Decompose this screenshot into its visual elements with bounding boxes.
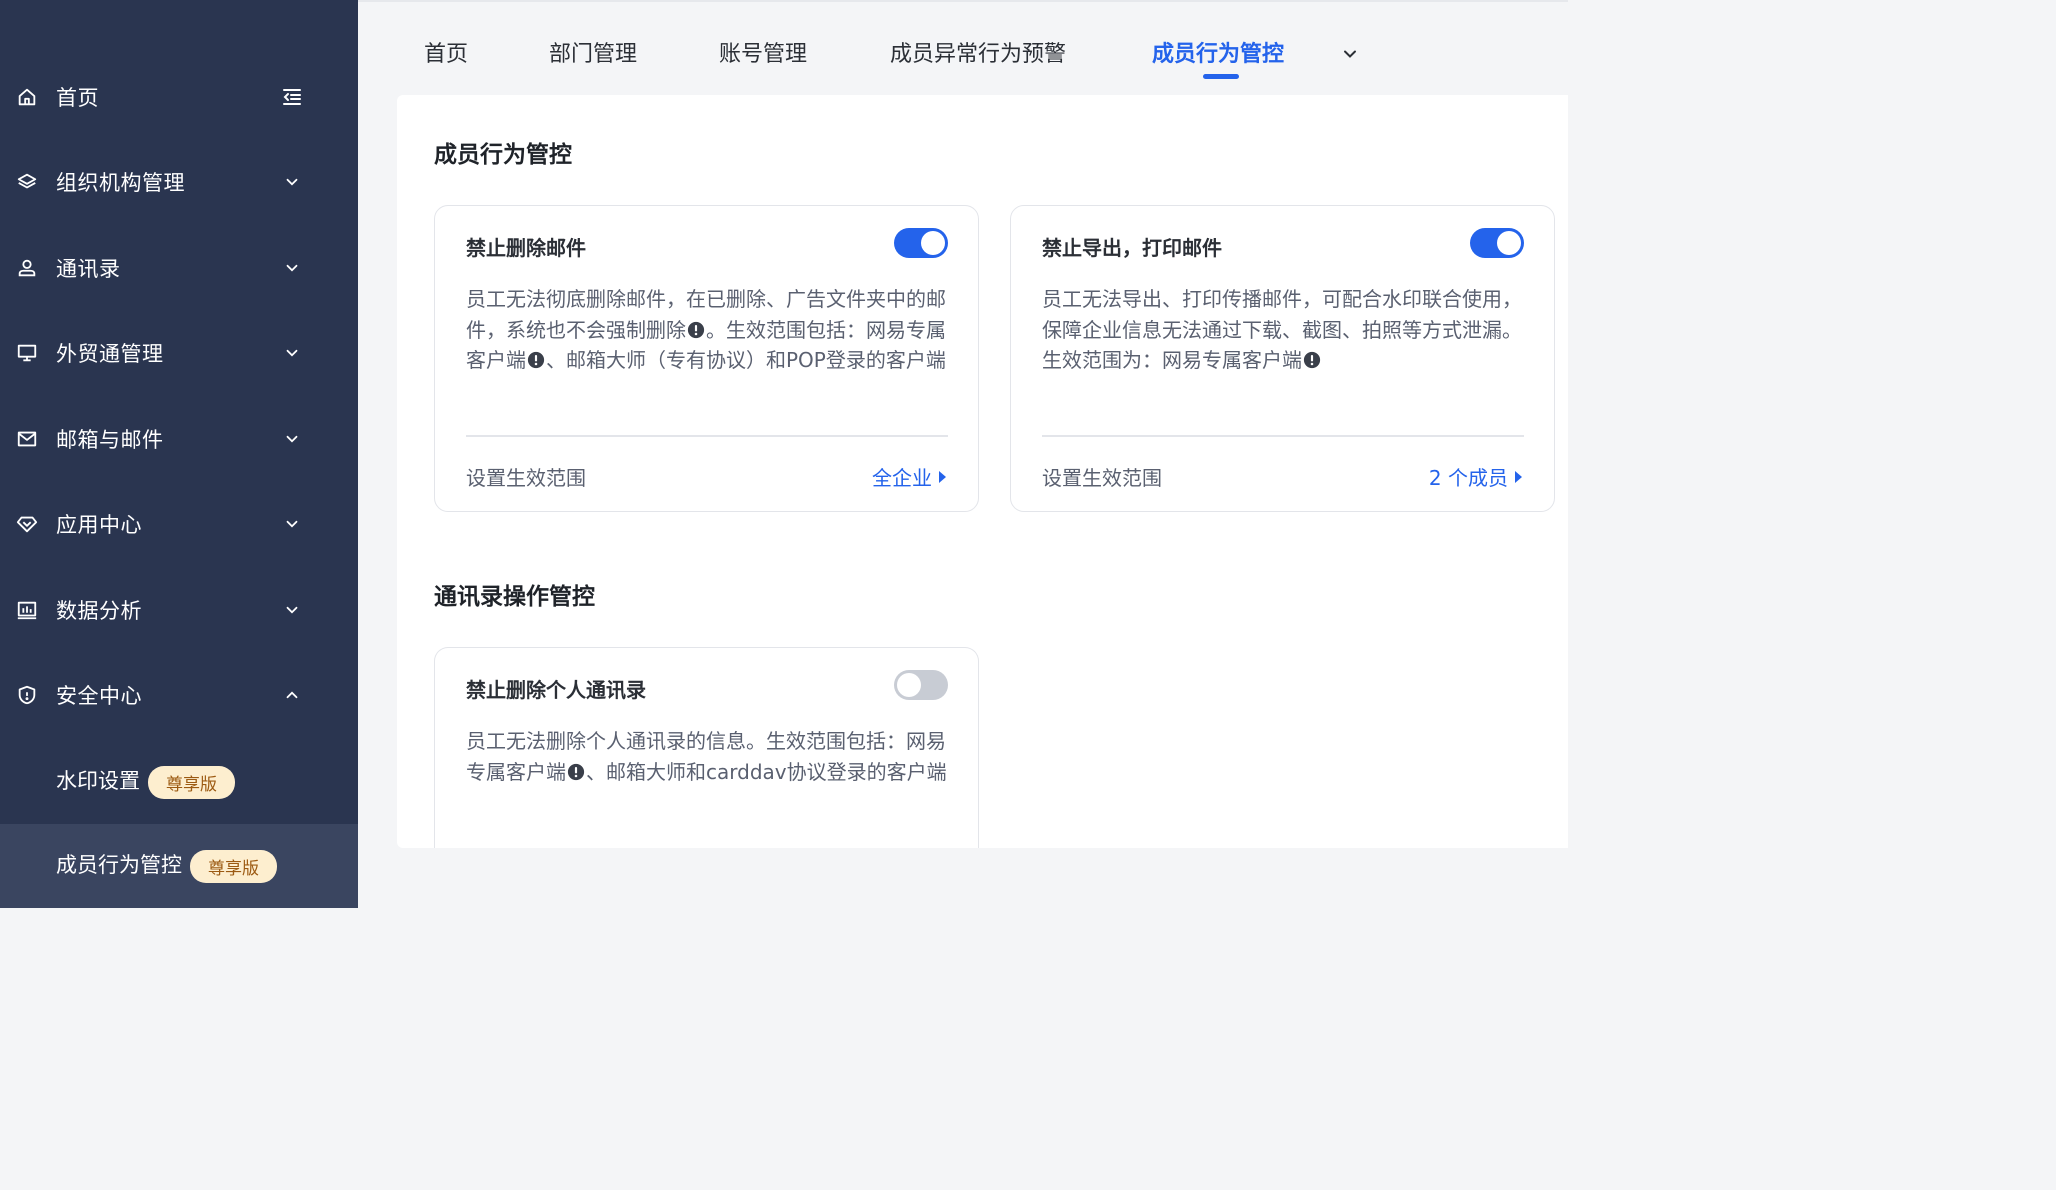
scope-link[interactable]: 全企业 [872, 462, 948, 491]
diamond-icon [16, 513, 38, 535]
section-title: 通讯录操作管控 [434, 584, 595, 610]
policy-toggle[interactable] [894, 228, 948, 258]
scope-link[interactable]: 2 个成员 [1429, 462, 1524, 491]
sidebar-item-label: 通讯录 [56, 257, 121, 281]
scope-value: 全企业 [872, 466, 932, 490]
collapse-menu-icon[interactable] [280, 85, 304, 109]
sidebar-item-home[interactable]: 首页 [0, 67, 358, 127]
sidebar-item-contacts[interactable]: 通讯录 [0, 238, 358, 298]
sidebar-subitem-label: 水印设置 [56, 769, 140, 794]
sidebar-subitem-watermark[interactable]: 水印设置 尊享版 [0, 740, 358, 824]
sidebar-item-label: 邮箱与邮件 [56, 428, 164, 452]
home-icon [16, 86, 38, 108]
chevron-up-icon [282, 685, 302, 705]
chevron-down-icon [282, 172, 302, 192]
card-divider [1042, 435, 1524, 437]
shield-icon [16, 684, 38, 706]
desc-text: 、邮箱大师（专有协议）和POP登录的客户端 [546, 348, 946, 372]
chevron-down-icon [282, 514, 302, 534]
toggle-knob [921, 231, 945, 255]
tab-account[interactable]: 账号管理 [719, 36, 807, 68]
tab-abnormal-alert[interactable]: 成员异常行为预警 [890, 36, 1066, 68]
card-title: 禁止删除邮件 [466, 236, 586, 260]
monitor-icon [16, 342, 38, 364]
bar-chart-icon [16, 599, 38, 621]
sidebar-item-label: 首页 [56, 86, 99, 110]
card-description: 员工无法导出、打印传播邮件，可配合水印联合使用，保障企业信息无法通过下载、截图、… [1042, 284, 1528, 376]
scope-value: 2 个成员 [1428, 466, 1508, 490]
chevron-down-icon [282, 258, 302, 278]
sidebar-item-organization[interactable]: 组织机构管理 [0, 152, 358, 212]
caret-right-icon [939, 470, 946, 483]
info-icon[interactable] [567, 759, 585, 780]
caret-right-icon [1515, 470, 1522, 483]
sidebar-item-security[interactable]: 安全中心 [0, 665, 358, 725]
section-title: 成员行为管控 [434, 142, 572, 168]
scope-label: 设置生效范围 [1042, 466, 1162, 490]
chevron-down-icon[interactable] [1340, 44, 1360, 64]
policy-toggle[interactable] [894, 670, 948, 700]
sidebar-item-foreign-trade[interactable]: 外贸通管理 [0, 323, 358, 383]
card-description: 员工无法删除个人通讯录的信息。生效范围包括：网易专属客户端 、邮箱大师和cardd… [466, 726, 952, 787]
tab-member-behavior[interactable]: 成员行为管控 [1152, 36, 1284, 68]
sidebar-subitem-member-behavior[interactable]: 成员行为管控 尊享版 [0, 824, 358, 908]
sidebar: 首页 组织机构管理 通讯录 外贸通管理 邮箱与邮件 应用中心 数据分析 安全中心… [0, 0, 358, 908]
tab-department[interactable]: 部门管理 [549, 36, 637, 68]
main-panel: 成员行为管控 禁止删除邮件 员工无法彻底删除邮件，在已删除、广告文件夹中的邮件，… [397, 95, 1568, 877]
premium-badge: 尊享版 [190, 849, 277, 883]
tab-bar: 首页 部门管理 账号管理 成员异常行为预警 成员行为管控 [358, 2, 1568, 92]
policy-card: 禁止导出，打印邮件 员工无法导出、打印传播邮件，可配合水印联合使用，保障企业信息… [1010, 205, 1555, 512]
sidebar-item-label: 外贸通管理 [56, 342, 164, 366]
layers-icon [16, 171, 38, 193]
sidebar-item-analytics[interactable]: 数据分析 [0, 580, 358, 640]
chevron-down-icon [282, 343, 302, 363]
desc-text: 员工无法导出、打印传播邮件，可配合水印联合使用，保障企业信息无法通过下载、截图、… [1042, 287, 1522, 372]
info-icon[interactable] [687, 317, 705, 338]
chevron-down-icon [282, 600, 302, 620]
scope-label: 设置生效范围 [466, 466, 586, 490]
desc-text: 、邮箱大师和carddav协议登录的客户端 [586, 759, 947, 784]
mail-icon [16, 428, 38, 450]
card-description: 员工无法彻底删除邮件，在已删除、广告文件夹中的邮件，系统也不会强制删除 。生效范围… [466, 284, 952, 376]
sidebar-item-label: 组织机构管理 [56, 171, 185, 195]
sidebar-subitem-label: 成员行为管控 [56, 853, 182, 878]
sidebar-item-label: 应用中心 [56, 513, 142, 537]
sidebar-item-mailbox[interactable]: 邮箱与邮件 [0, 409, 358, 469]
premium-badge: 尊享版 [148, 765, 235, 799]
card-divider [466, 435, 948, 437]
policy-card: 禁止删除邮件 员工无法彻底删除邮件，在已删除、广告文件夹中的邮件，系统也不会强制… [434, 205, 979, 512]
page-bottom-background [358, 848, 1568, 908]
chevron-down-icon [282, 429, 302, 449]
active-tab-indicator [1203, 74, 1239, 79]
user-icon [16, 257, 38, 279]
sidebar-item-label: 数据分析 [56, 599, 142, 623]
card-title: 禁止导出，打印邮件 [1042, 236, 1222, 260]
sidebar-item-app-center[interactable]: 应用中心 [0, 494, 358, 554]
tab-home[interactable]: 首页 [424, 36, 468, 68]
policy-card: 禁止删除个人通讯录 员工无法删除个人通讯录的信息。生效范围包括：网易专属客户端、… [434, 647, 979, 877]
toggle-knob [897, 673, 921, 697]
info-icon[interactable] [1303, 347, 1321, 369]
policy-toggle[interactable] [1470, 228, 1524, 258]
toggle-knob [1497, 231, 1521, 255]
card-title: 禁止删除个人通讯录 [466, 678, 646, 702]
info-icon[interactable] [527, 347, 545, 369]
sidebar-item-label: 安全中心 [56, 684, 142, 708]
